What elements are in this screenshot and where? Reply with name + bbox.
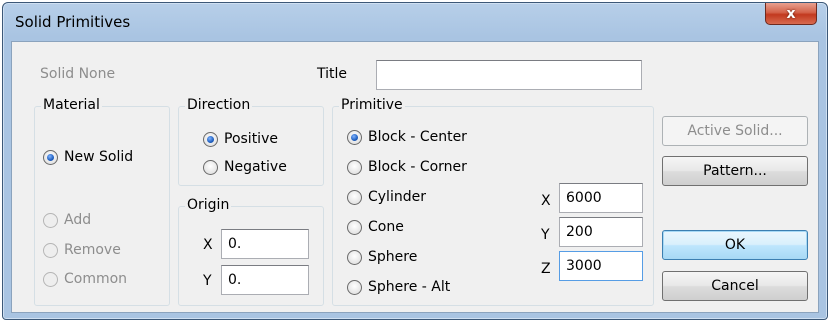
radio-cone[interactable]: Cone <box>347 219 404 235</box>
radio-indicator <box>347 219 362 235</box>
radio-indicator <box>347 279 362 295</box>
radio-indicator <box>347 189 362 205</box>
radio-label: Add <box>64 212 92 228</box>
radio-new-solid[interactable]: New Solid <box>43 149 133 165</box>
radio-common[interactable]: Common <box>43 271 127 287</box>
radio-indicator <box>43 271 58 287</box>
material-group: Material New Solid Add Remove Common <box>34 97 170 306</box>
cancel-button[interactable]: Cancel <box>662 271 808 301</box>
origin-x-input[interactable]: 0. <box>221 229 309 259</box>
radio-indicator <box>347 159 362 175</box>
radio-indicator <box>203 159 218 175</box>
radio-indicator <box>347 249 362 265</box>
radio-block-corner[interactable]: Block - Corner <box>347 159 467 175</box>
origin-group: Origin X 0. Y 0. <box>178 197 324 306</box>
origin-legend: Origin <box>185 197 232 213</box>
radio-label: Positive <box>224 131 278 147</box>
radio-block-center[interactable]: Block - Center <box>347 129 467 145</box>
radio-label: Block - Corner <box>368 159 467 175</box>
dialog-window: Solid Primitives x Solid None Title Mate… <box>2 2 828 320</box>
dim-y-input[interactable]: 200 <box>559 217 643 247</box>
radio-cylinder[interactable]: Cylinder <box>347 189 426 205</box>
direction-group: Direction Positive Negative <box>178 97 324 186</box>
origin-x-label: X <box>203 237 213 253</box>
close-icon: x <box>786 5 796 22</box>
dim-z-input[interactable]: 3000 <box>559 251 643 281</box>
active-solid-button[interactable]: Active Solid... <box>662 116 808 146</box>
title-label: Title <box>317 66 348 82</box>
primitive-legend: Primitive <box>339 97 405 113</box>
dim-y-label: Y <box>541 227 550 243</box>
title-input[interactable] <box>376 60 642 90</box>
radio-label: Negative <box>224 159 287 175</box>
radio-label: Sphere <box>368 249 418 265</box>
radio-add[interactable]: Add <box>43 212 91 228</box>
direction-legend: Direction <box>185 97 253 113</box>
radio-label: Common <box>64 271 128 287</box>
pattern-button[interactable]: Pattern... <box>662 156 808 186</box>
radio-sphere-alt[interactable]: Sphere - Alt <box>347 279 450 295</box>
radio-indicator <box>43 212 58 228</box>
radio-indicator <box>43 149 58 165</box>
ok-button[interactable]: OK <box>662 230 808 260</box>
radio-indicator <box>43 242 58 258</box>
primitive-group: Primitive Block - Center Block - Corner … <box>332 97 654 306</box>
radio-label: Cone <box>368 219 404 235</box>
dim-x-label: X <box>541 193 551 209</box>
radio-negative[interactable]: Negative <box>203 159 287 175</box>
close-button[interactable]: x <box>765 3 817 25</box>
radio-remove[interactable]: Remove <box>43 242 121 258</box>
radio-indicator <box>347 129 362 145</box>
radio-label: New Solid <box>64 149 134 165</box>
origin-y-label: Y <box>203 273 212 289</box>
dim-x-input[interactable]: 6000 <box>559 183 643 213</box>
dim-z-label: Z <box>541 261 551 277</box>
dialog-client-area: Solid None Title Material New Solid Add … <box>11 41 819 313</box>
radio-label: Block - Center <box>368 129 467 145</box>
radio-indicator <box>203 131 218 147</box>
window-title: Solid Primitives <box>15 13 131 31</box>
material-legend: Material <box>41 97 102 113</box>
radio-label: Remove <box>64 242 121 258</box>
solid-status-label: Solid None <box>40 66 116 82</box>
origin-y-input[interactable]: 0. <box>221 265 309 295</box>
radio-positive[interactable]: Positive <box>203 131 278 147</box>
radio-label: Cylinder <box>368 189 426 205</box>
radio-label: Sphere - Alt <box>368 279 451 295</box>
radio-sphere[interactable]: Sphere <box>347 249 417 265</box>
